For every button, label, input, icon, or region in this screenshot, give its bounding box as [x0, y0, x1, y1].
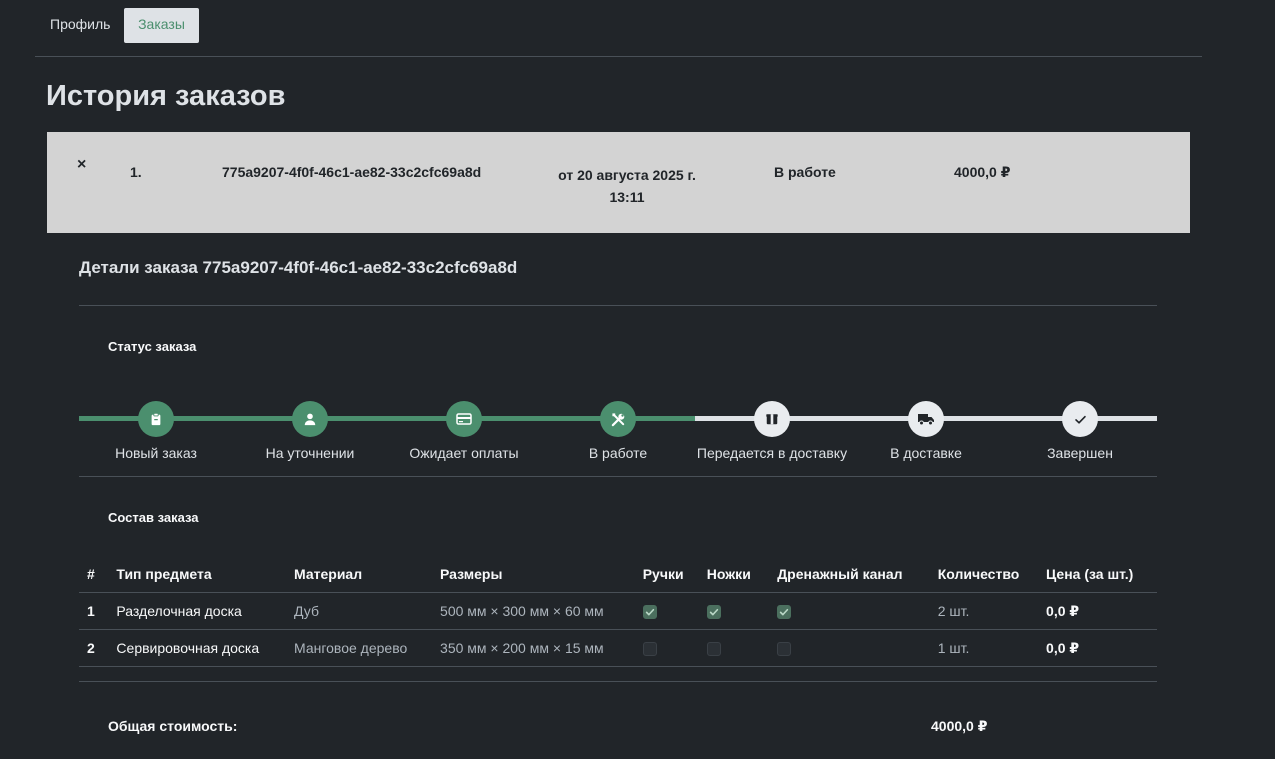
item-price: 0,0 ₽ [1041, 629, 1157, 667]
page-title: История заказов [46, 80, 286, 112]
column-header: Цена (за шт.) [1041, 556, 1157, 593]
legs-checkbox-cell [701, 629, 773, 667]
column-header: Материал [289, 556, 436, 593]
table-row: 1 Разделочная доска Дуб 500 мм × 300 мм × 6… [79, 592, 1157, 630]
close-icon[interactable]: × [77, 156, 86, 174]
box-icon [754, 401, 790, 437]
table-row: 2 Сервировочная доска Манговое дерево 350 м… [79, 629, 1157, 667]
item-quantity: 2 шт. [932, 592, 1042, 630]
items-table: # Тип предмета Материал Размеры Ручки Ножки Др… [79, 556, 1157, 667]
column-header: Дренажный канал [772, 556, 933, 593]
details-title: Детали заказа 775a9207-4f0f-46c1-ae82-33… [79, 258, 518, 277]
table-header-row: # Тип предмета Материал Размеры Ручки Ножки Др… [79, 556, 1157, 593]
composition-heading: Состав заказа [108, 510, 199, 525]
legs-checkbox[interactable] [706, 605, 721, 620]
order-number: 1. [130, 164, 142, 180]
handles-checkbox[interactable] [642, 642, 657, 657]
column-header: # [79, 556, 112, 593]
user-icon [292, 401, 328, 437]
handles-checkbox-cell [637, 629, 702, 667]
drain-channel-checkbox[interactable] [777, 642, 792, 657]
item-type: Разделочная доска [111, 592, 289, 630]
legs-checkbox[interactable] [706, 642, 721, 657]
item-material: Манговое дерево [289, 629, 436, 667]
order-row[interactable]: × 1. 775a9207-4f0f-46c1-ae82-33c2cfc69a8… [47, 132, 1190, 233]
divider [79, 681, 1157, 682]
column-header: Ножки [701, 556, 773, 593]
credit-card-icon [446, 401, 482, 437]
item-material: Дуб [289, 592, 436, 630]
row-index: 1 [79, 592, 112, 630]
tab-bar: Профиль Заказы [35, 0, 1202, 57]
drain-channel-checkbox[interactable] [777, 605, 792, 620]
check-icon [1062, 401, 1098, 437]
tools-icon [600, 401, 636, 437]
order-date-day: от 20 августа 2025 г. [558, 167, 696, 183]
divider [79, 305, 1157, 306]
order-date-time: 13:11 [609, 189, 645, 205]
item-size: 500 мм × 300 мм × 60 мм [435, 592, 638, 630]
handles-checkbox[interactable] [642, 605, 657, 620]
handles-checkbox-cell [637, 592, 702, 630]
truck-icon [908, 401, 944, 437]
column-header: Ручки [637, 556, 702, 593]
divider [79, 476, 1157, 477]
drain-channel-checkbox-cell [772, 629, 933, 667]
item-size: 350 мм × 200 мм × 15 мм [435, 629, 638, 667]
order-id: 775a9207-4f0f-46c1-ae82-33c2cfc69a8d [222, 164, 482, 180]
drain-channel-checkbox-cell [772, 592, 933, 630]
tab-profile[interactable]: Профиль [36, 8, 124, 43]
status-step-label: Завершен [1047, 445, 1113, 461]
order-status: В работе [774, 164, 836, 180]
item-price: 0,0 ₽ [1041, 592, 1157, 630]
tab-orders[interactable]: Заказы [124, 8, 199, 43]
item-type: Сервировочная доска [111, 629, 289, 667]
order-total: 4000,0 ₽ [954, 164, 1011, 180]
column-header: Размеры [435, 556, 638, 593]
column-header: Тип предмета [111, 556, 289, 593]
status-heading: Статус заказа [108, 339, 197, 354]
legs-checkbox-cell [701, 592, 773, 630]
clipboard-icon [138, 401, 174, 437]
total-value: 4000,0 ₽ [931, 718, 988, 734]
item-quantity: 1 шт. [932, 629, 1042, 667]
total-label: Общая стоимость: [108, 718, 238, 734]
order-date: от 20 августа 2025 г. 13:11 [547, 164, 707, 208]
row-index: 2 [79, 629, 112, 667]
column-header: Количество [932, 556, 1042, 593]
